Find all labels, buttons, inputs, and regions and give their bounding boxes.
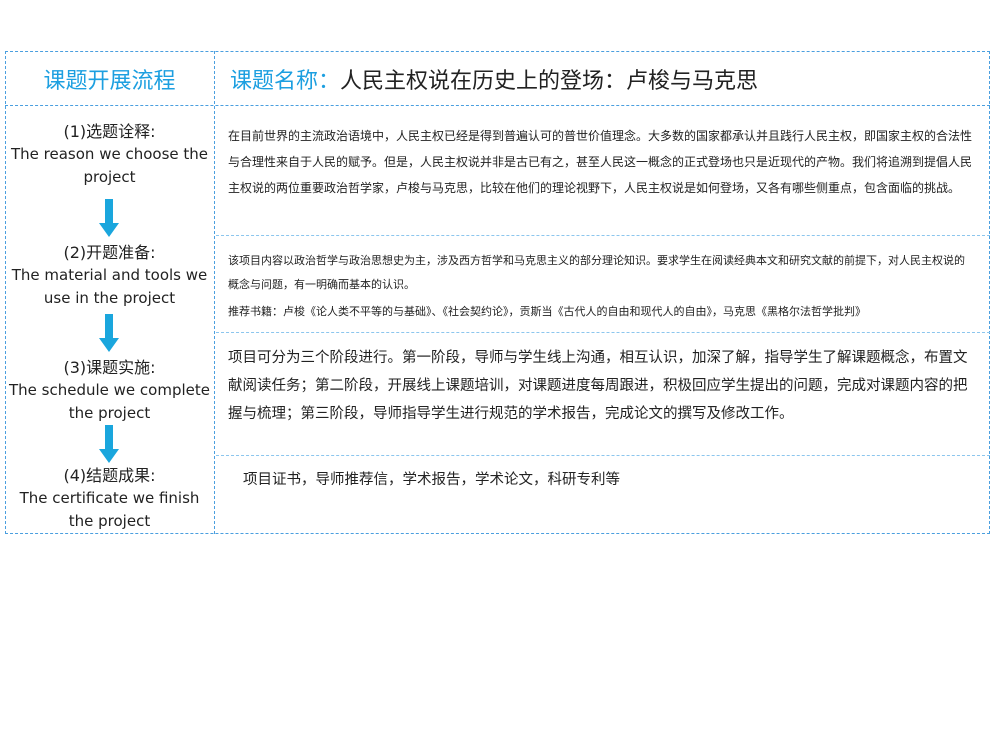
project-title-label: 课题名称： [230, 68, 341, 94]
step-subtitle: The certificate we finish the project [19, 489, 200, 530]
column-divider [214, 51, 215, 534]
step-subtitle: The schedule we complete the project [9, 381, 210, 422]
process-heading: 课题开展流程 [43, 68, 176, 94]
row-divider [216, 332, 990, 333]
step-schedule: (3)课题实施: The schedule we complete the pr… [6, 357, 213, 425]
preparation-cell: 该项目内容以政治哲学与政治思想史为主，涉及西方哲学和马克思主义的部分理论知识。要… [228, 249, 973, 324]
header-divider [5, 105, 990, 106]
step-title: (2)开题准备: [63, 243, 156, 262]
step-reason: (1)选题诠释: The reason we choose the projec… [6, 121, 213, 189]
down-arrow-icon [99, 425, 119, 465]
step-subtitle: The reason we choose the project [11, 145, 208, 186]
recommended-books: 推荐书籍：卢梭《论人类不平等的与基础》、《社会契约论》，贡斯当《古代人的自由和现… [228, 305, 866, 318]
project-title-text: 人民主权说在历史上的登场：卢梭与马克思 [340, 68, 759, 94]
down-arrow-icon [99, 199, 119, 239]
step-title: (4)结题成果: [63, 466, 156, 485]
down-arrow-icon [99, 314, 119, 354]
step-title: (1)选题诠释: [63, 122, 156, 141]
row-divider [216, 455, 990, 456]
step-title: (3)课题实施: [63, 358, 156, 377]
step-subtitle: The material and tools we use in the pro… [11, 266, 208, 307]
result-text: 项目证书，导师推荐信，学术报告，学术论文，科研专利等 [243, 472, 620, 488]
step-result: (4)结题成果: The certificate we finish the p… [6, 465, 213, 533]
project-title: 课题名称： 人民主权说在历史上的登场：卢梭与马克思 [230, 52, 990, 105]
reason-text: 在目前世界的主流政治语境中，人民主权已经是得到普遍认可的普世价值理念。大多数的国… [228, 129, 973, 195]
row-divider [216, 235, 990, 236]
preparation-text: 该项目内容以政治哲学与政治思想史为主，涉及西方哲学和马克思主义的部分理论知识。要… [228, 254, 965, 291]
schedule-text: 项目可分为三个阶段进行。第一阶段，导师与学生线上沟通，相互认识，加深了解，指导学… [228, 350, 968, 422]
step-preparation: (2)开题准备: The material and tools we use i… [6, 242, 213, 310]
